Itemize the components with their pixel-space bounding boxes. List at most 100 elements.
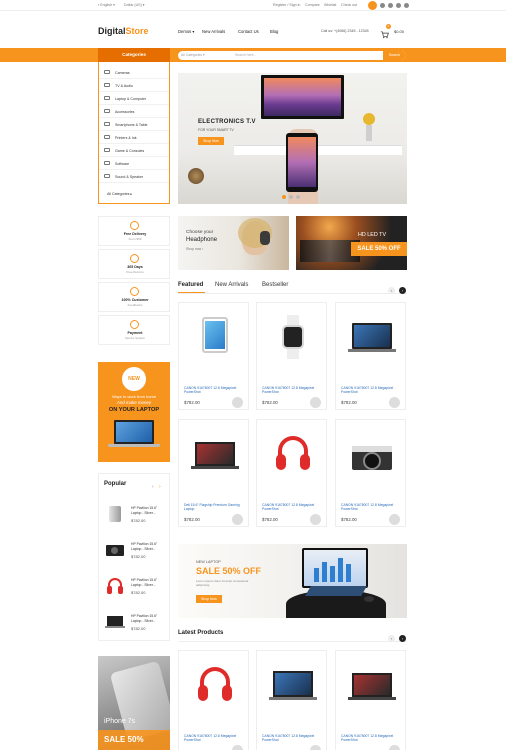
nav-blog[interactable]: Blog — [270, 29, 278, 34]
headphone-banner-link[interactable]: Shop now › — [186, 247, 203, 251]
popular-next-icon[interactable]: › — [159, 484, 161, 490]
tv-banner[interactable]: HD LED TV SALE 50% OFF — [296, 216, 407, 270]
plant-image — [363, 113, 375, 141]
banner-sale: SALE 50% OFF — [196, 566, 262, 576]
tab-featured[interactable]: Featured — [178, 282, 203, 288]
smartphone-icon — [104, 122, 110, 126]
banner-shop-button[interactable]: Shop Now — [196, 595, 222, 603]
google-plus-icon[interactable] — [404, 3, 409, 8]
feature-payment: Payment Secure System — [98, 315, 170, 345]
phone-number: Call us: +(4066) 2345 - 12345 — [321, 29, 369, 33]
category-item[interactable]: Game & Consoles — [99, 144, 169, 157]
keyboard-image — [305, 586, 367, 596]
hero-subtitle: FOR YOUR SMART TV — [198, 128, 234, 132]
search-category-select[interactable]: All Categories ▾ — [181, 52, 205, 59]
product-card[interactable]: CANON 91678007 12.8 Megapixel PowerShot $… — [178, 302, 249, 410]
watch-icon — [267, 315, 318, 360]
promo-line3: ON YOUR LAPTOP — [108, 407, 160, 413]
latest-next-icon[interactable]: › — [399, 635, 406, 642]
accessories-icon — [104, 109, 110, 113]
add-to-cart-button[interactable] — [232, 397, 243, 408]
tab-new-arrivals[interactable]: New Arrivals — [215, 282, 248, 288]
nav-contact-us[interactable]: Contact Us — [238, 29, 259, 34]
add-to-cart-button[interactable] — [389, 397, 400, 408]
category-item[interactable]: Laptop & Computer — [99, 92, 169, 105]
latest-product-card[interactable]: CANON 91678007 12.8 Megapixel PowerShot — [178, 650, 249, 750]
product-card[interactable]: CANON 91678007 12.8 Megapixel PowerShot $… — [335, 302, 406, 410]
category-item[interactable]: Printers & Ink — [99, 131, 169, 144]
feature-delivery: Free Delivery From $59 — [98, 216, 170, 246]
compare-link[interactable]: Compare — [305, 3, 320, 7]
add-to-cart-button[interactable] — [389, 514, 400, 525]
camera-icon — [105, 540, 125, 560]
category-list: Cameras TV & Audio Laptop & Computer Acc… — [98, 62, 170, 204]
all-categories-link[interactable]: All Categories ▸ — [99, 187, 169, 200]
software-icon — [104, 161, 110, 165]
twitter-icon[interactable] — [380, 3, 385, 8]
truck-icon — [130, 221, 139, 230]
headphone-banner[interactable]: Choose your Headphone Shop now › — [178, 216, 289, 270]
nav-new-arrivals[interactable]: New Arrivals — [202, 29, 225, 34]
checkout-link[interactable]: Check out — [341, 3, 357, 7]
latest-product-card[interactable]: CANON 91678007 12.8 Megapixel PowerShot — [256, 650, 327, 750]
language-select[interactable]: ▪ English ▾ — [98, 3, 115, 7]
iphone-banner[interactable]: iPhone 7s SALE 50% — [98, 656, 170, 750]
add-to-cart-button[interactable] — [389, 745, 400, 750]
categories-header[interactable]: Categories — [98, 48, 170, 62]
product-card[interactable]: CANON 91678007 12.8 Megapixel PowerShot $… — [256, 302, 327, 410]
popular-prev-icon[interactable]: ‹ — [152, 484, 154, 490]
category-item[interactable]: Software — [99, 157, 169, 170]
popular-item[interactable]: HP Pavilion 15.6" Laptop - Silver... $782… — [99, 606, 169, 642]
pinterest-icon[interactable] — [396, 3, 401, 8]
speaker-icon — [104, 174, 110, 178]
popular-item[interactable]: HP Pavilion 15.6" Laptop - Silver... $782… — [99, 498, 169, 534]
laptop-sale-banner[interactable]: NEW LAPTOP SALE 50% OFF Lorem ipsum dolo… — [178, 544, 407, 618]
slider-dot[interactable] — [296, 195, 300, 199]
search-button[interactable]: Search — [383, 51, 406, 60]
slider-dot[interactable] — [282, 195, 286, 199]
tab-divider — [178, 293, 407, 294]
add-to-cart-button[interactable] — [310, 397, 321, 408]
currency-select[interactable]: Dollar (US) ▾ — [124, 3, 145, 7]
category-item[interactable]: TV & Audio — [99, 79, 169, 92]
camera-icon — [104, 70, 110, 74]
nav-demos[interactable]: Demos ▾ — [178, 29, 195, 34]
category-item[interactable]: Smartphone & Table — [99, 118, 169, 131]
next-arrow-icon[interactable]: › — [399, 287, 406, 294]
instagram-icon[interactable] — [388, 3, 393, 8]
product-card[interactable]: CANON 91678007 12.8 Megapixel PowerShot $… — [256, 419, 327, 527]
tv-image — [261, 75, 344, 119]
slider-dot[interactable] — [289, 195, 293, 199]
category-item[interactable]: Cameras — [99, 66, 169, 79]
wishlist-link[interactable]: Wishlist — [324, 3, 336, 7]
add-to-cart-button[interactable] — [310, 745, 321, 750]
product-card[interactable]: Dell 15.6" Flagship Premium Gaming Lapto… — [178, 419, 249, 527]
laptop-icon — [346, 315, 397, 360]
cart-total[interactable]: $0.00 — [394, 29, 404, 34]
add-to-cart-button[interactable] — [232, 745, 243, 750]
printer-icon — [104, 135, 110, 139]
return-icon — [130, 254, 139, 263]
hero-shop-button[interactable]: Shop Now — [198, 137, 224, 145]
promo-banner[interactable]: NEW Ways to work from home And make mone… — [98, 362, 170, 462]
hero-slider[interactable]: ELECTRONICS T.V FOR YOUR SMART TV Shop N… — [178, 73, 407, 204]
headphone-icon — [105, 576, 125, 596]
popular-item[interactable]: HP Pavilion 15.6" Laptop - Silver... $782… — [99, 570, 169, 606]
add-to-cart-button[interactable] — [310, 514, 321, 525]
category-item[interactable]: Accessories — [99, 105, 169, 118]
search-box — [178, 51, 406, 60]
add-to-cart-button[interactable] — [232, 514, 243, 525]
logo[interactable]: DigitalStore — [98, 26, 149, 36]
popular-item[interactable]: HP Pavilion 15.6" Laptop - Silver... $782… — [99, 534, 169, 570]
cart-count-badge: 0 — [386, 24, 391, 29]
category-item[interactable]: Sound & Speaker — [99, 170, 169, 183]
latest-product-card[interactable]: CANON 91678007 12.8 Megapixel PowerShot — [335, 650, 406, 750]
tab-bestseller[interactable]: Bestseller — [262, 282, 288, 288]
feature-list: Free Delivery From $59 365 Days Free Retur… — [98, 216, 170, 346]
search-input[interactable]: Search here... — [235, 52, 256, 59]
facebook-icon[interactable] — [368, 1, 377, 10]
register-link[interactable]: Register / Sign in — [273, 3, 300, 7]
prev-arrow-icon[interactable]: ‹ — [388, 287, 395, 294]
latest-prev-icon[interactable]: ‹ — [388, 635, 395, 642]
product-card[interactable]: CANON 91678007 12.8 Megapixel PowerShot $… — [335, 419, 406, 527]
